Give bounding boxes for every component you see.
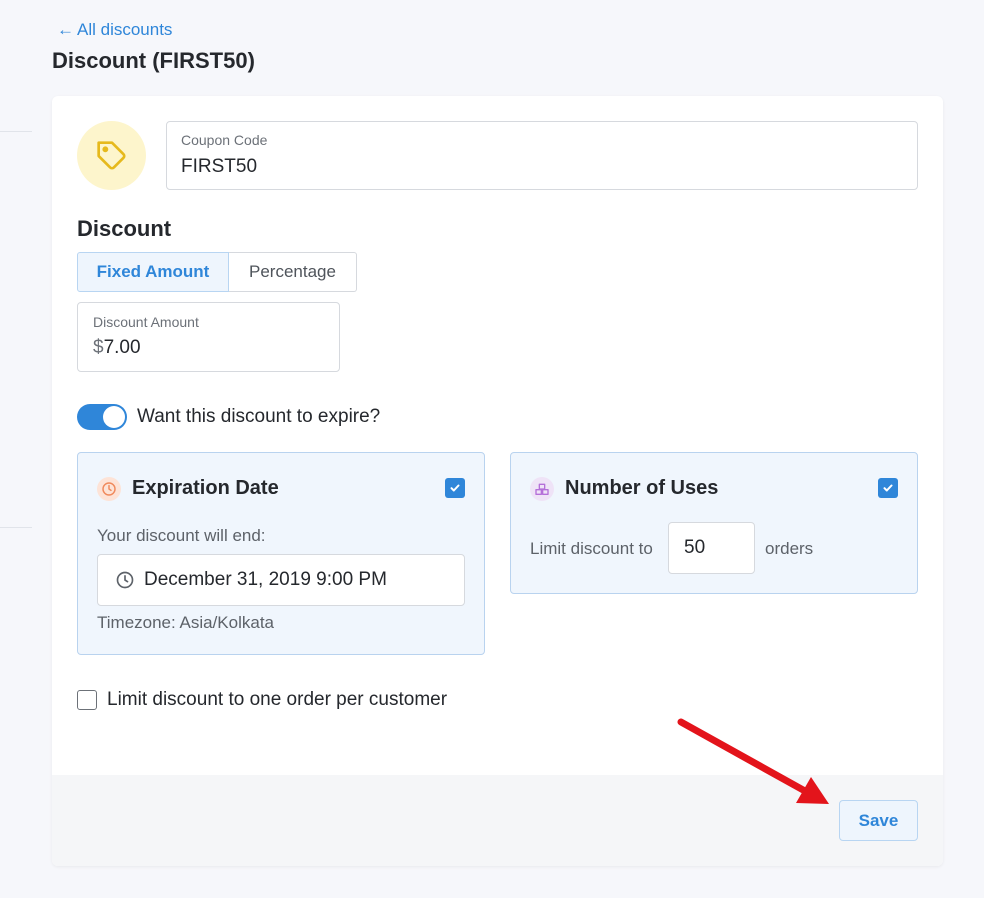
number-of-uses-title: Number of Uses <box>565 477 719 499</box>
side-divider <box>0 131 32 132</box>
coupon-code-value: FIRST50 <box>181 156 258 177</box>
coupon-code-field[interactable]: Coupon Code FIRST50 <box>166 121 918 190</box>
one-per-customer-checkbox[interactable] <box>77 690 97 710</box>
expiration-date-title: Expiration Date <box>132 477 279 499</box>
tag-icon <box>96 140 126 170</box>
back-to-all-discounts-link[interactable]: ← All discounts <box>57 20 172 40</box>
side-divider <box>0 527 32 528</box>
expire-toggle[interactable] <box>77 404 127 430</box>
number-of-uses-checkbox[interactable] <box>878 478 898 498</box>
discount-amount-value: 7.00 <box>103 337 141 358</box>
uses-prefix-text: Limit discount to <box>530 539 653 558</box>
checkmark-icon <box>883 484 893 492</box>
fixed-amount-option[interactable]: Fixed Amount <box>77 252 229 292</box>
percentage-option[interactable]: Percentage <box>229 252 357 292</box>
page-title: Discount (FIRST50) <box>52 48 255 73</box>
back-arrow-icon: ← <box>57 20 74 39</box>
discount-type-selector: Fixed Amount Percentage <box>77 252 357 292</box>
back-link-label: All discounts <box>77 20 173 39</box>
uses-limit-value: 50 <box>684 537 706 558</box>
uses-limit-input[interactable]: 50 <box>668 522 755 574</box>
discount-amount-label: Discount Amount <box>93 314 199 330</box>
expiration-subtitle: Your discount will end: <box>97 526 266 545</box>
expiration-date-input[interactable]: December 31, 2019 9:00 PM <box>97 554 465 606</box>
coupon-avatar <box>77 121 146 190</box>
uses-suffix-text: orders <box>765 539 814 558</box>
discount-section-title: Discount <box>77 216 172 241</box>
coupon-code-label: Coupon Code <box>181 132 268 148</box>
toggle-knob <box>103 406 125 428</box>
currency-symbol: $ <box>93 337 104 358</box>
expiration-date-value: December 31, 2019 9:00 PM <box>144 569 387 590</box>
checkmark-icon <box>450 484 460 492</box>
discount-card: Coupon Code FIRST50 Discount Fixed Amoun… <box>52 96 943 866</box>
card-footer: Save <box>52 775 943 866</box>
expiration-date-panel: Expiration Date Your discount will end: … <box>77 452 485 655</box>
one-per-customer-label: Limit discount to one order per customer <box>107 689 448 710</box>
expire-toggle-label: Want this discount to expire? <box>137 406 381 427</box>
expiration-date-checkbox[interactable] <box>445 478 465 498</box>
number-of-uses-panel: Number of Uses Limit discount to 50 orde… <box>510 452 918 594</box>
timezone-text: Timezone: Asia/Kolkata <box>97 613 275 632</box>
discount-amount-field[interactable]: Discount Amount $7.00 <box>77 302 340 372</box>
clock-icon <box>97 477 121 501</box>
clock-outline-icon <box>116 571 134 589</box>
save-button[interactable]: Save <box>839 800 918 841</box>
boxes-icon <box>530 477 554 501</box>
